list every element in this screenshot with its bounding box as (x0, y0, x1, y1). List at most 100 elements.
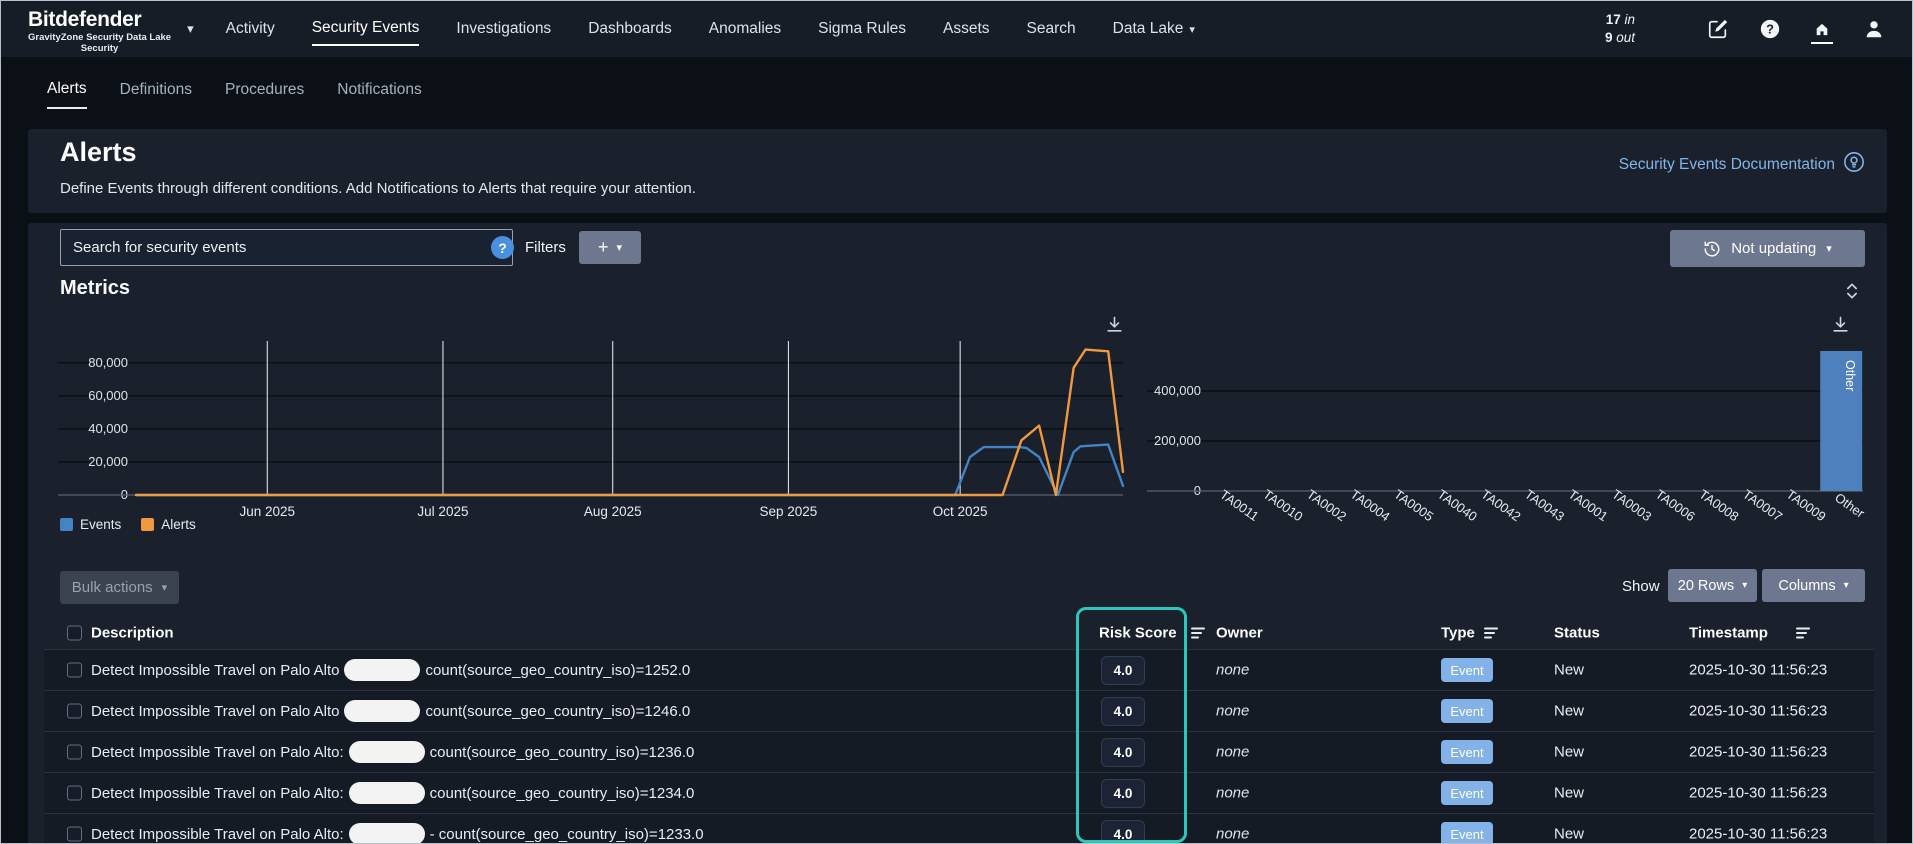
sort-icon[interactable] (1796, 627, 1812, 640)
main-panel: ? Filters + ▾ Not updating ▾ Metrics 020… (28, 223, 1887, 843)
svg-text:Aug 2025: Aug 2025 (584, 504, 642, 519)
chevron-down-icon: ▾ (1843, 580, 1849, 591)
svg-text:Jul 2025: Jul 2025 (417, 504, 468, 519)
table-row[interactable]: Detect Impossible Travel on Palo Alto cou… (44, 690, 1874, 731)
brand-logo: Bitdefender GravityZone Security Data La… (28, 9, 171, 54)
nav-item-search[interactable]: Search (1027, 20, 1076, 38)
row-checkbox[interactable] (67, 703, 82, 719)
legend-item-alerts[interactable]: Alerts (141, 517, 196, 532)
row-checkbox[interactable] (67, 662, 82, 678)
svg-text:Sep 2025: Sep 2025 (760, 504, 818, 519)
main-menu: Activity Security Events Investigations Das… (226, 19, 1195, 46)
row-checkbox[interactable] (67, 744, 82, 760)
timestamp-cell: 2025-10-30 11:56:23 (1689, 743, 1828, 761)
column-header-description[interactable]: Description (91, 625, 174, 642)
documentation-link-label: Security Events Documentation (1618, 155, 1835, 173)
status-cell: New (1554, 825, 1585, 843)
description-suffix: - count(source_geo_country_iso)=1233.0 (429, 825, 704, 843)
filters-label: Filters (525, 239, 566, 256)
row-checkbox[interactable] (67, 826, 82, 842)
tab-procedures[interactable]: Procedures (225, 81, 304, 99)
svg-text:Jun 2025: Jun 2025 (239, 504, 295, 519)
chevron-down-icon: ▾ (161, 582, 168, 594)
help-icon[interactable]: ? (1759, 18, 1781, 40)
table-row[interactable]: Detect Impossible Travel on Palo Alto: co… (44, 731, 1874, 772)
description-suffix: count(source_geo_country_iso)=1246.0 (425, 702, 691, 720)
column-header-timestamp[interactable]: Timestamp (1689, 625, 1768, 642)
svg-text:TA0011: TA0011 (1217, 487, 1261, 524)
chart-legend: Events Alerts (60, 517, 196, 532)
column-header-owner[interactable]: Owner (1216, 625, 1263, 642)
risk-score-value: 4.0 (1101, 820, 1145, 843)
svg-text:Other: Other (1832, 490, 1868, 521)
compose-icon[interactable] (1707, 18, 1729, 40)
nav-item-assets[interactable]: Assets (943, 20, 990, 38)
description-suffix: count(source_geo_country_iso)=1234.0 (429, 784, 695, 802)
timestamp-cell: 2025-10-30 11:56:23 (1689, 702, 1828, 720)
description-suffix: count(source_geo_country_iso)=1236.0 (429, 743, 695, 761)
nav-item-investigations[interactable]: Investigations (456, 20, 551, 38)
nav-item-dashboards[interactable]: Dashboards (588, 20, 672, 38)
lightbulb-icon (1843, 151, 1865, 178)
status-cell: New (1554, 702, 1585, 720)
search-input[interactable] (60, 229, 513, 266)
brand-subtitle-2: Security (80, 43, 119, 54)
table-row[interactable]: Detect Impossible Travel on Palo Alto: co… (44, 772, 1874, 813)
chevron-down-icon: ▾ (1742, 580, 1748, 591)
description-prefix: Detect Impossible Travel on Palo Alto (91, 702, 340, 720)
home-icon[interactable] (1811, 22, 1833, 44)
column-header-risk-score[interactable]: Risk Score (1099, 625, 1177, 642)
out-count: 9 (1604, 30, 1613, 45)
chevron-down-icon: ▾ (616, 242, 623, 254)
nav-item-activity[interactable]: Activity (226, 20, 275, 38)
tab-notifications[interactable]: Notifications (337, 81, 421, 99)
nav-item-sigma-rules[interactable]: Sigma Rules (818, 20, 906, 38)
svg-text:TA0004: TA0004 (1348, 486, 1393, 524)
description-prefix: Detect Impossible Travel on Palo Alto (91, 661, 340, 679)
redacted-text (344, 700, 421, 722)
description-cell: Detect Impossible Travel on Palo Alto: co… (91, 782, 694, 804)
legend-label: Events (80, 517, 122, 532)
columns-button[interactable]: Columns ▾ (1762, 569, 1865, 602)
columns-label: Columns (1778, 577, 1836, 594)
tab-definitions[interactable]: Definitions (120, 81, 192, 99)
bulk-actions-button[interactable]: Bulk actions ▾ (60, 571, 179, 604)
table-row[interactable]: Detect Impossible Travel on Palo Alto cou… (44, 649, 1874, 690)
row-checkbox[interactable] (67, 785, 82, 801)
tab-alerts[interactable]: Alerts (47, 80, 87, 109)
page-title: Alerts (60, 137, 137, 167)
nav-item-data-lake[interactable]: Data Lake ▾ (1113, 20, 1195, 38)
svg-text:TA0042: TA0042 (1478, 486, 1523, 524)
user-icon[interactable] (1863, 18, 1885, 40)
risk-score-value: 4.0 (1101, 779, 1145, 808)
out-unit: out (1616, 30, 1635, 45)
description-prefix: Detect Impossible Travel on Palo Alto: (91, 784, 344, 802)
risk-score-value: 4.0 (1101, 738, 1145, 767)
table-row[interactable]: Detect Impossible Travel on Palo Alto: - … (44, 813, 1874, 843)
chevron-down-icon: ▾ (1189, 24, 1195, 36)
timestamp-cell: 2025-10-30 11:56:23 (1689, 784, 1828, 802)
search-help-icon[interactable]: ? (491, 236, 514, 259)
clock-history-icon (1703, 240, 1721, 258)
documentation-link[interactable]: Security Events Documentation (1619, 151, 1865, 178)
column-header-type[interactable]: Type (1441, 625, 1475, 642)
rows-per-page-button[interactable]: 20 Rows ▾ (1668, 569, 1757, 602)
nav-item-anomalies[interactable]: Anomalies (709, 20, 781, 38)
select-all-checkbox[interactable] (67, 625, 82, 641)
owner-cell: none (1216, 702, 1250, 720)
add-filter-button[interactable]: + ▾ (579, 231, 641, 264)
sort-icon[interactable] (1484, 627, 1500, 640)
chevron-down-icon: ▾ (1826, 243, 1832, 255)
svg-text:200,000: 200,000 (1154, 433, 1201, 448)
description-suffix: count(source_geo_country_iso)=1252.0 (425, 661, 691, 679)
legend-item-events[interactable]: Events (60, 517, 121, 532)
status-cell: New (1554, 661, 1585, 679)
svg-text:80,000: 80,000 (88, 355, 128, 370)
sort-icon[interactable] (1191, 627, 1207, 640)
refresh-mode-button[interactable]: Not updating ▾ (1670, 230, 1865, 267)
collapse-metrics-icon[interactable] (1842, 281, 1862, 301)
status-cell: New (1554, 784, 1585, 802)
column-header-status[interactable]: Status (1554, 625, 1600, 642)
brand-caret-icon[interactable]: ▾ (187, 21, 194, 37)
nav-item-security-events[interactable]: Security Events (311, 19, 420, 46)
